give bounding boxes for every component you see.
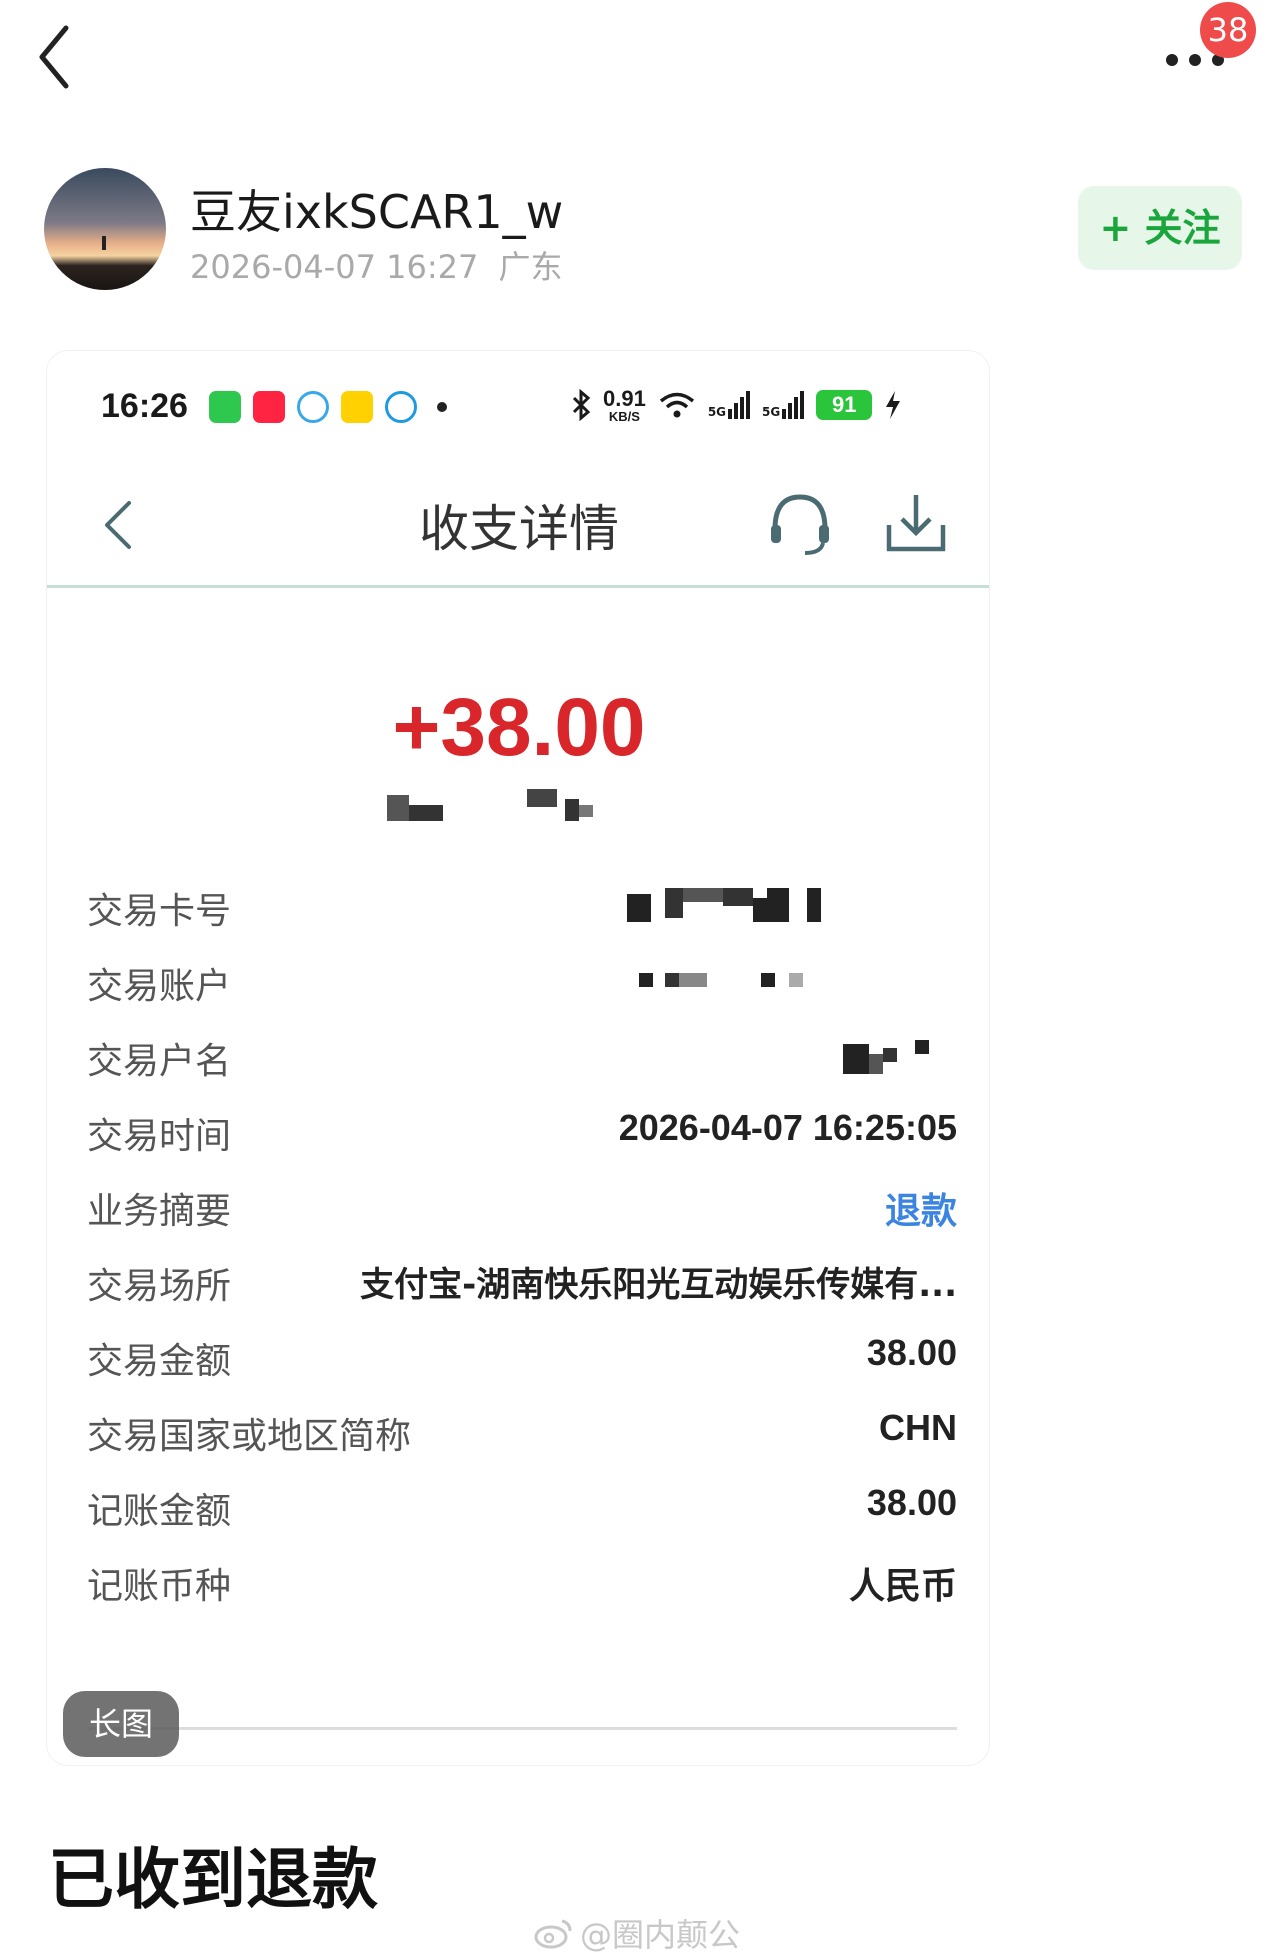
download-icon: [886, 495, 946, 552]
redacted-description: [387, 789, 647, 825]
row-value: 2026-04-07 16:25:05: [618, 1107, 957, 1148]
message-icon: [297, 391, 329, 423]
post-location: 广东: [498, 248, 563, 286]
bottom-divider: [87, 1727, 957, 1730]
signal-icon: 5G: [708, 391, 751, 419]
back-button[interactable]: [36, 22, 96, 92]
detail-row: 记账币种 人民币: [87, 1551, 957, 1611]
charging-icon: [886, 391, 901, 419]
transaction-amount: +38.00: [392, 682, 646, 773]
row-label: 交易场所: [87, 1266, 232, 1307]
row-label: 交易国家或地区简称: [87, 1416, 412, 1457]
more-dot-icon: [1166, 54, 1178, 66]
detail-row: 交易户名: [87, 1026, 957, 1086]
long-image-tag: 长图: [63, 1691, 179, 1757]
page-title: 收支详情: [419, 500, 619, 558]
row-label: 交易金额: [87, 1341, 232, 1382]
status-app-icons: [209, 391, 447, 423]
status-time: 16:26: [101, 387, 188, 425]
row-value: 38.00: [866, 1482, 957, 1523]
customer-service-button[interactable]: [765, 489, 835, 559]
headset-icon: [771, 494, 829, 555]
row-value: 支付宝-湖南快乐阳光互动娱乐传媒有...: [360, 1265, 957, 1305]
bluetooth-icon: [572, 389, 591, 421]
row-value: CHN: [879, 1407, 957, 1448]
net-speed: 0.91 KB/S: [603, 385, 646, 424]
attached-screenshot[interactable]: 16:26 0.91 KB/S 5G 5G 91 收支详情 +38.00 交易卡…: [46, 350, 990, 1766]
detail-row: 业务摘要 退款: [87, 1176, 957, 1236]
author-name[interactable]: 豆友ixkSCAR1_w: [190, 176, 563, 242]
watermark-text: @圈内颠公: [580, 1916, 741, 1954]
mobile-icon: [385, 391, 417, 423]
meituan-icon: [341, 391, 373, 423]
row-value: 人民币: [848, 1566, 957, 1607]
row-value: 38.00: [866, 1332, 957, 1373]
signal-icon: 5G: [762, 391, 805, 419]
notification-badge: 38: [1200, 2, 1256, 58]
redacted-value: [607, 888, 957, 924]
row-label: 交易账户: [87, 966, 232, 1007]
detail-row: 交易金额 38.00: [87, 1326, 957, 1386]
xiaohongshu-icon: [253, 391, 285, 423]
row-label: 业务摘要: [87, 1191, 232, 1232]
status-right: 0.91 KB/S 5G 5G 91: [571, 385, 902, 425]
refund-link[interactable]: 退款: [885, 1182, 957, 1234]
battery-icon: 91: [816, 390, 873, 420]
avatar[interactable]: [44, 168, 166, 290]
row-label: 记账币种: [87, 1566, 232, 1607]
more-dot-icon: [1189, 54, 1201, 66]
post-meta: 2026-04-07 16:27 广东: [190, 242, 563, 288]
download-button[interactable]: [883, 487, 949, 557]
row-label: 交易户名: [87, 1041, 232, 1082]
follow-button[interactable]: + 关注: [1078, 186, 1242, 270]
row-label: 交易卡号: [87, 891, 232, 932]
detail-row: 记账金额 38.00: [87, 1476, 957, 1536]
wifi-icon: [659, 392, 694, 418]
post-time: 2026-04-07 16:27: [190, 248, 479, 286]
post-title: 已收到退款: [48, 1841, 378, 1918]
row-label: 记账金额: [87, 1491, 232, 1532]
row-label: 交易时间: [87, 1116, 232, 1157]
watermark: @圈内颠公: [534, 1910, 740, 1955]
redacted-value: [607, 973, 957, 993]
chevron-left-icon: [39, 25, 69, 89]
weibo-icon: [534, 1919, 572, 1949]
detail-row: 交易卡号: [87, 876, 957, 936]
redacted-value: [843, 1040, 943, 1076]
dot-icon: [437, 402, 447, 412]
detail-row: 交易国家或地区简称 CHN: [87, 1401, 957, 1461]
avatar-image: [44, 168, 166, 290]
detail-row: 交易场所 支付宝-湖南快乐阳光互动娱乐传媒有...: [87, 1251, 957, 1311]
detail-row: 交易时间 2026-04-07 16:25:05: [87, 1101, 957, 1161]
detail-row: 交易账户: [87, 951, 957, 1011]
wechat-icon: [209, 391, 241, 423]
nav-divider: [47, 585, 989, 588]
